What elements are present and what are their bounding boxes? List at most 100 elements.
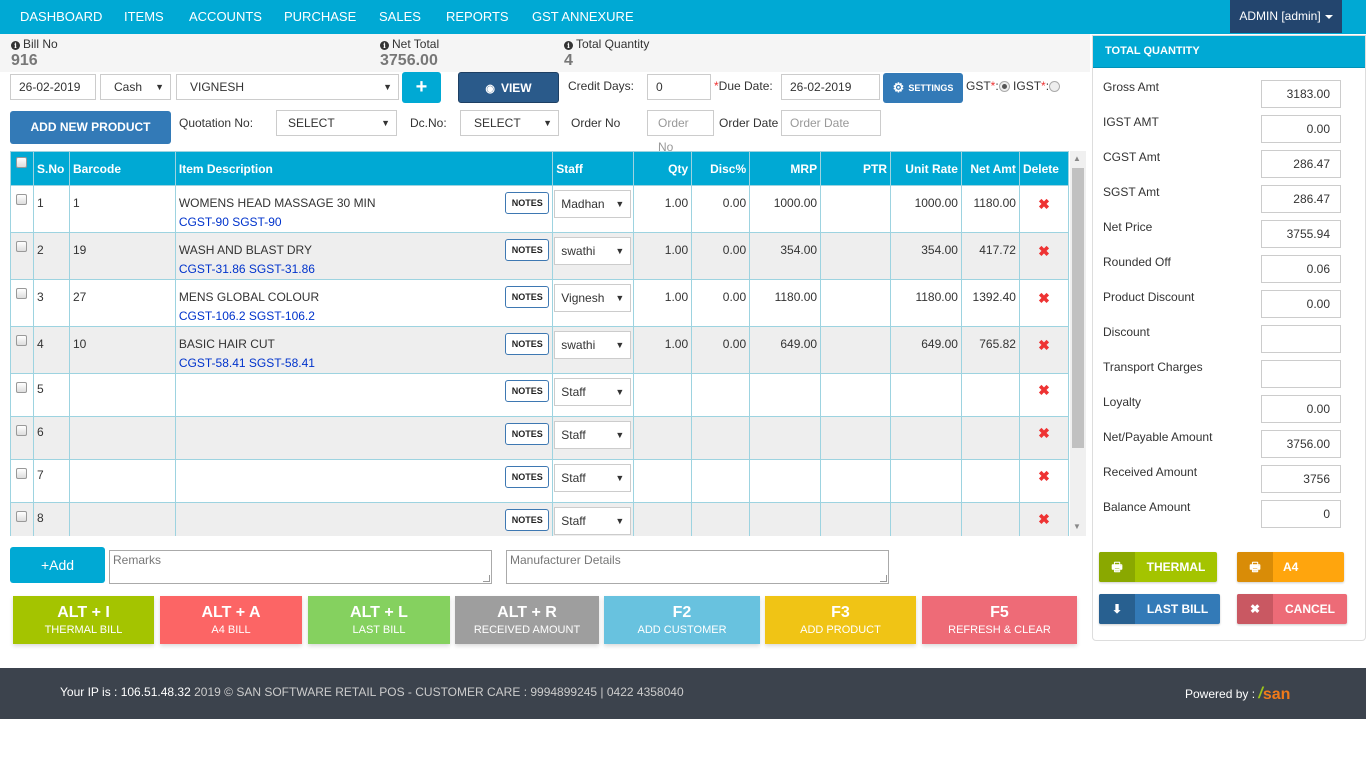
- cell-disc[interactable]: 0.00: [691, 279, 751, 327]
- cell-disc[interactable]: 0.00: [691, 185, 751, 233]
- row-checkbox[interactable]: [16, 241, 28, 252]
- panel-row-value[interactable]: 0: [1261, 500, 1341, 528]
- order-no-input[interactable]: Order No: [647, 110, 714, 154]
- panel-row-value[interactable]: 0.00: [1261, 290, 1341, 318]
- staff-select[interactable]: Staff ▼: [554, 421, 632, 449]
- row-checkbox[interactable]: [16, 468, 28, 479]
- panel-row-value[interactable]: [1261, 360, 1341, 388]
- nav-purchase[interactable]: PURCHASE: [284, 0, 356, 34]
- payment-mode-select[interactable]: Cash ▼: [100, 74, 171, 100]
- thermal-print-button[interactable]: 🖶 THERMAL: [1099, 552, 1217, 582]
- delete-icon[interactable]: ✖: [1023, 337, 1065, 354]
- staff-select[interactable]: swathi ▼: [554, 331, 632, 359]
- row-checkbox[interactable]: [16, 425, 28, 436]
- customer-select[interactable]: VIGNESH ▼: [176, 74, 399, 100]
- due-date-input[interactable]: 26-02-2019: [781, 74, 880, 100]
- row-checkbox[interactable]: [16, 288, 28, 299]
- igst-radio[interactable]: [1049, 81, 1061, 92]
- notes-button[interactable]: NOTES: [505, 466, 550, 488]
- nav-gst-annexure[interactable]: GST ANNEXURE: [532, 0, 634, 34]
- last-bill-button[interactable]: ⬇ LAST BILL: [1099, 594, 1220, 624]
- nav-dashboard[interactable]: DASHBOARD: [20, 0, 102, 34]
- notes-button[interactable]: NOTES: [505, 423, 550, 445]
- delete-icon[interactable]: ✖: [1023, 196, 1065, 213]
- cell-qty[interactable]: 1.00: [633, 232, 693, 280]
- notes-button[interactable]: NOTES: [505, 333, 550, 355]
- notes-button[interactable]: NOTES: [505, 509, 550, 531]
- table-scrollbar[interactable]: ▲ ▼: [1070, 151, 1086, 536]
- select-all-checkbox[interactable]: [16, 157, 28, 168]
- add-new-product-button[interactable]: ADD NEW PRODUCT: [10, 111, 171, 144]
- remarks-textarea[interactable]: Remarks: [109, 550, 492, 584]
- staff-select[interactable]: Madhan ▼: [554, 190, 632, 218]
- delete-icon[interactable]: ✖: [1023, 468, 1065, 485]
- delete-icon[interactable]: ✖: [1023, 511, 1065, 528]
- shortcut-a4-bill[interactable]: ALT + A A4 BILL: [160, 596, 302, 644]
- row-checkbox[interactable]: [16, 194, 28, 205]
- notes-button[interactable]: NOTES: [505, 286, 550, 308]
- staff-select[interactable]: Staff ▼: [554, 507, 632, 535]
- cancel-button[interactable]: ✖ CANCEL: [1237, 594, 1347, 624]
- staff-select[interactable]: Staff ▼: [554, 378, 632, 406]
- order-date-input[interactable]: Order Date: [781, 110, 881, 136]
- cell-disc[interactable]: [691, 373, 751, 417]
- notes-button[interactable]: NOTES: [505, 380, 550, 402]
- cell-disc[interactable]: 0.00: [691, 232, 751, 280]
- gst-radio[interactable]: [998, 81, 1010, 92]
- user-menu[interactable]: ADMIN [admin]: [1230, 0, 1342, 33]
- row-checkbox[interactable]: [16, 511, 28, 522]
- shortcut-add-product[interactable]: F3 ADD PRODUCT: [765, 596, 916, 644]
- manufacturer-details-textarea[interactable]: Manufacturer Details: [506, 550, 889, 584]
- scroll-down-icon[interactable]: ▼: [1073, 522, 1081, 531]
- panel-row-value[interactable]: 0.00: [1261, 395, 1341, 423]
- bill-date-input[interactable]: 26-02-2019: [10, 74, 96, 100]
- shortcut-thermal-bill[interactable]: ALT + I THERMAL BILL: [13, 596, 154, 644]
- cell-disc[interactable]: [691, 416, 751, 460]
- shortcut-add-customer[interactable]: F2 ADD CUSTOMER: [604, 596, 760, 644]
- notes-button[interactable]: NOTES: [505, 192, 550, 214]
- staff-select[interactable]: swathi ▼: [554, 237, 632, 265]
- shortcut-received-amount[interactable]: ALT + R RECEIVED AMOUNT: [455, 596, 599, 644]
- delete-icon[interactable]: ✖: [1023, 425, 1065, 442]
- cell-qty[interactable]: 1.00: [633, 326, 693, 374]
- cell-qty[interactable]: 1.00: [633, 279, 693, 327]
- nav-sales[interactable]: SALES: [379, 0, 421, 34]
- notes-button[interactable]: NOTES: [505, 239, 550, 261]
- cell-qty[interactable]: [633, 459, 693, 503]
- cell-qty[interactable]: 1.00: [633, 185, 693, 233]
- scrollbar-thumb[interactable]: [1072, 168, 1084, 448]
- cell-disc[interactable]: [691, 459, 751, 503]
- row-checkbox[interactable]: [16, 382, 28, 393]
- delete-icon[interactable]: ✖: [1023, 243, 1065, 260]
- credit-days-input[interactable]: 0: [647, 74, 711, 100]
- panel-row-value[interactable]: [1261, 325, 1341, 353]
- delete-icon[interactable]: ✖: [1023, 382, 1065, 399]
- settings-button[interactable]: ⚙ SETTINGS: [883, 73, 963, 103]
- view-button[interactable]: ◉ VIEW: [458, 72, 559, 103]
- panel-row-value[interactable]: 0.00: [1261, 115, 1341, 143]
- row-checkbox[interactable]: [16, 335, 28, 346]
- panel-row-value[interactable]: 286.47: [1261, 150, 1341, 178]
- staff-select[interactable]: Vignesh ▼: [554, 284, 632, 312]
- staff-select[interactable]: Staff ▼: [554, 464, 632, 492]
- cell-disc[interactable]: 0.00: [691, 326, 751, 374]
- cell-disc[interactable]: [691, 502, 751, 536]
- panel-row-value[interactable]: 0.06: [1261, 255, 1341, 283]
- panel-row-value[interactable]: 286.47: [1261, 185, 1341, 213]
- shortcut-refresh-clear[interactable]: F5 REFRESH & CLEAR: [922, 596, 1077, 644]
- scroll-up-icon[interactable]: ▲: [1073, 154, 1081, 163]
- panel-row-value[interactable]: 3183.00: [1261, 80, 1341, 108]
- add-row-button[interactable]: +Add: [10, 547, 105, 583]
- delete-icon[interactable]: ✖: [1023, 290, 1065, 307]
- cell-qty[interactable]: [633, 416, 693, 460]
- add-customer-button[interactable]: +: [402, 72, 441, 103]
- resize-grip-icon[interactable]: [880, 575, 887, 582]
- dc-select[interactable]: SELECT ▼: [460, 110, 559, 136]
- a4-print-button[interactable]: 🖶 A4: [1237, 552, 1344, 582]
- resize-grip-icon[interactable]: [483, 575, 490, 582]
- nav-accounts[interactable]: ACCOUNTS: [189, 0, 262, 34]
- cell-qty[interactable]: [633, 373, 693, 417]
- nav-items[interactable]: ITEMS: [124, 0, 164, 34]
- cell-qty[interactable]: [633, 502, 693, 536]
- quotation-select[interactable]: SELECT ▼: [276, 110, 397, 136]
